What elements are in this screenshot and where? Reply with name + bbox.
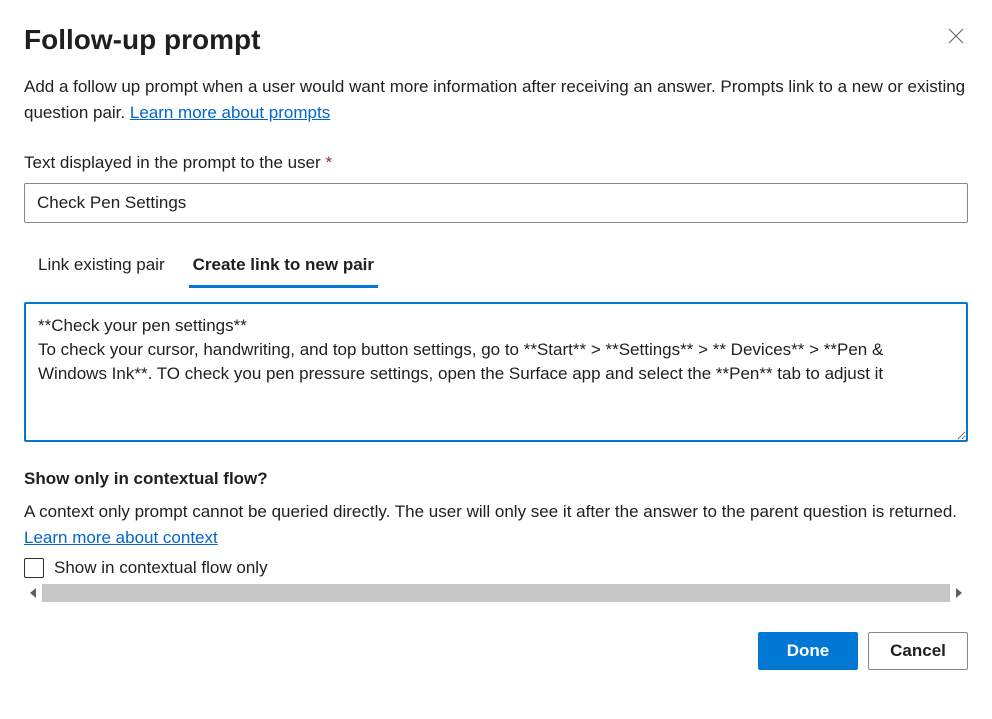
answer-textarea[interactable]: **Check your pen settings** To check you… xyxy=(24,302,968,442)
learn-more-prompts-link[interactable]: Learn more about prompts xyxy=(130,103,330,122)
scroll-right-arrow[interactable] xyxy=(950,584,968,602)
required-indicator: * xyxy=(325,153,332,172)
close-icon xyxy=(948,28,964,44)
tabs: Link existing pair Create link to new pa… xyxy=(24,249,968,288)
contextual-checkbox[interactable] xyxy=(24,558,44,578)
done-button[interactable]: Done xyxy=(758,632,858,670)
horizontal-scrollbar[interactable] xyxy=(24,584,968,602)
scroll-left-arrow[interactable] xyxy=(24,584,42,602)
triangle-left-icon xyxy=(29,588,37,598)
contextual-description-text: A context only prompt cannot be queried … xyxy=(24,502,957,521)
display-text-label-text: Text displayed in the prompt to the user xyxy=(24,153,321,172)
learn-more-context-link[interactable]: Learn more about context xyxy=(24,528,218,547)
contextual-description: A context only prompt cannot be queried … xyxy=(24,499,968,550)
contextual-heading: Show only in contextual flow? xyxy=(24,469,968,489)
tab-link-existing[interactable]: Link existing pair xyxy=(34,249,169,288)
display-text-label: Text displayed in the prompt to the user… xyxy=(24,153,968,173)
dialog-title: Follow-up prompt xyxy=(24,24,260,56)
cancel-button[interactable]: Cancel xyxy=(868,632,968,670)
triangle-right-icon xyxy=(955,588,963,598)
contextual-checkbox-label: Show in contextual flow only xyxy=(54,558,268,578)
display-text-input[interactable] xyxy=(24,183,968,223)
scrollbar-track[interactable] xyxy=(42,584,950,602)
tab-create-new[interactable]: Create link to new pair xyxy=(189,249,378,288)
close-button[interactable] xyxy=(944,24,968,53)
intro-text: Add a follow up prompt when a user would… xyxy=(24,74,968,125)
